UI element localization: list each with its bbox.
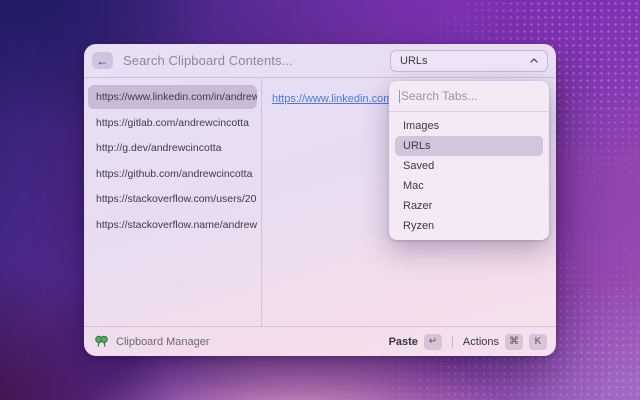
top-bar: ← Search Clipboard Contents... URLs: [84, 44, 556, 78]
list-item[interactable]: https://stackoverflow.name/andrew-...: [88, 213, 257, 237]
text-cursor: [399, 90, 400, 103]
back-icon: ←: [97, 54, 109, 68]
list-item[interactable]: https://github.com/andrewcincotta: [88, 162, 257, 186]
dropdown-option-ryzen[interactable]: Ryzen: [395, 216, 543, 236]
app-name-label: Clipboard Manager: [116, 336, 210, 348]
footer-bar: Clipboard Manager Paste ↵ Actions ⌘ K: [84, 326, 556, 356]
footer-actions: Paste ↵ Actions ⌘ K: [389, 334, 547, 350]
dropdown-option-razer[interactable]: Razer: [395, 196, 543, 216]
back-button[interactable]: ←: [92, 52, 113, 69]
list-item[interactable]: http://g.dev/andrewcincotta: [88, 136, 257, 160]
k-key-icon: K: [529, 334, 547, 350]
dropdown-option-images[interactable]: Images: [395, 116, 543, 136]
dropdown-option-saved[interactable]: Saved: [395, 156, 543, 176]
return-key-icon: ↵: [424, 334, 442, 350]
clipboard-list: https://www.linkedin.com/in/andrew... ht…: [84, 78, 262, 326]
actions-button[interactable]: Actions: [463, 336, 499, 348]
search-input[interactable]: Search Clipboard Contents...: [123, 53, 293, 68]
dropdown-options: Images URLs Saved Mac Razer Ryzen: [389, 112, 549, 240]
footer-divider: [452, 336, 453, 348]
filter-dropdown-panel: Search Tabs... Images URLs Saved Mac Raz…: [389, 81, 549, 240]
paste-button[interactable]: Paste: [389, 336, 418, 348]
list-item[interactable]: https://stackoverflow.com/users/207...: [88, 187, 257, 211]
command-key-icon: ⌘: [505, 334, 523, 350]
clipboard-manager-window: ← Search Clipboard Contents... URLs http…: [84, 44, 556, 356]
dropdown-search-row[interactable]: Search Tabs...: [389, 81, 549, 112]
list-item[interactable]: https://gitlab.com/andrewcincotta: [88, 111, 257, 135]
clipboard-manager-app-icon: [93, 334, 109, 350]
chevron-up-icon: [530, 58, 538, 63]
dropdown-option-mac[interactable]: Mac: [395, 176, 543, 196]
filter-selected-label: URLs: [400, 55, 428, 67]
filter-dropdown-button[interactable]: URLs: [390, 50, 548, 72]
dropdown-option-urls[interactable]: URLs: [395, 136, 543, 156]
list-item[interactable]: https://www.linkedin.com/in/andrew...: [88, 85, 257, 109]
dropdown-search-input[interactable]: Search Tabs...: [401, 89, 478, 103]
